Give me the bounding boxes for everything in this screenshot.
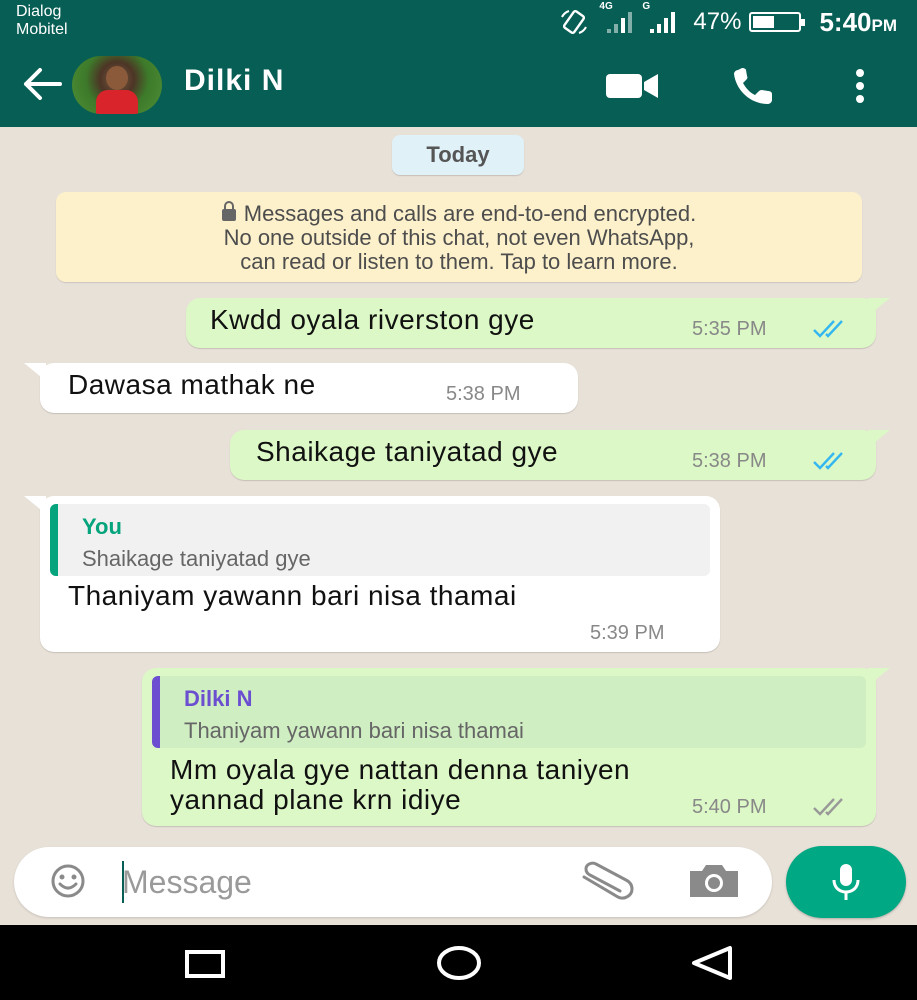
bubble-tail: [868, 430, 890, 448]
message-text-line-2: yannad plane krn idiye: [170, 784, 462, 815]
chat-header: Dilki N: [0, 44, 917, 127]
more-options-icon[interactable]: [852, 68, 868, 104]
message-composer: [14, 847, 772, 917]
camera-icon[interactable]: [686, 861, 742, 901]
encryption-line-1: Messages and calls are end-to-end encryp…: [56, 201, 862, 226]
quote-text: Shaikage taniyatad gye: [82, 546, 311, 571]
bubble-tail: [868, 668, 890, 686]
message-text-line-1: Mm oyala gye nattan denna taniyen: [170, 754, 631, 785]
date-chip: Today: [392, 135, 524, 175]
quoted-message[interactable]: You Shaikage taniyatad gye: [50, 504, 710, 576]
message-input[interactable]: [122, 859, 542, 905]
message-text: Dawasa mathak ne: [68, 369, 316, 400]
message-bubble-outgoing[interactable]: Kwdd oyala riverston gye 5:35 PM: [186, 298, 876, 348]
read-ticks-icon: [813, 452, 843, 470]
carrier-line-1: Dialog: [16, 3, 62, 20]
bubble-tail: [868, 298, 890, 316]
contact-avatar[interactable]: [72, 56, 162, 114]
bubble-tail: [24, 363, 46, 381]
microphone-icon: [832, 864, 860, 900]
message-bubble-incoming-reply[interactable]: You Shaikage taniyatad gye Thaniyam yawa…: [40, 496, 720, 652]
message-time: 5:38 PM: [446, 383, 521, 405]
delivered-ticks-icon: [813, 798, 843, 816]
quote-accent-bar: [152, 676, 160, 748]
clock-time: 5:40: [819, 6, 872, 37]
system-navigation-bar: [0, 925, 917, 1000]
quote-accent-bar: [50, 504, 58, 576]
emoji-icon[interactable]: [40, 861, 96, 901]
quote-author: You: [82, 514, 122, 539]
lock-icon: [221, 201, 236, 221]
attachment-icon[interactable]: [574, 861, 640, 901]
encryption-line-2: No one outside of this chat, not even Wh…: [223, 225, 695, 250]
signal-g-icon: G: [642, 1, 676, 33]
status-indicators: 4G G 47% 5:40PM: [559, 1, 897, 40]
back-arrow-icon[interactable]: [20, 66, 64, 102]
message-text: Thaniyam yawann bari nisa thamai: [68, 580, 517, 611]
avatar-shirt: [96, 90, 138, 114]
battery-indicator: 47%: [693, 8, 806, 36]
clock-suffix: PM: [871, 15, 898, 35]
signal-4g-icon: 4G: [599, 1, 633, 33]
message-bubble-outgoing-reply[interactable]: Dilki N Thaniyam yawann bari nisa thamai…: [142, 668, 876, 826]
nav-back-icon[interactable]: [690, 945, 734, 981]
encryption-line-3: can read or listen to them. Tap to learn…: [240, 249, 678, 274]
carrier-line-2: Mobitel: [16, 21, 68, 38]
read-ticks-icon: [813, 320, 843, 338]
contact-name[interactable]: Dilki N: [184, 64, 284, 98]
chat-area[interactable]: Today Messages and calls are end-to-end …: [0, 127, 917, 925]
battery-fill: [753, 16, 775, 28]
encryption-notice[interactable]: Messages and calls are end-to-end encryp…: [56, 192, 862, 282]
avatar-face: [106, 66, 128, 90]
battery-percent: 47%: [693, 8, 742, 35]
message-bubble-incoming[interactable]: Dawasa mathak ne 5:38 PM: [40, 363, 578, 413]
network-type-1: 4G: [599, 1, 613, 12]
recent-apps-icon[interactable]: [184, 949, 226, 979]
quote-text: Thaniyam yawann bari nisa thamai: [184, 718, 524, 743]
quoted-message[interactable]: Dilki N Thaniyam yawann bari nisa thamai: [152, 676, 866, 748]
message-time: 5:38 PM: [692, 450, 767, 472]
home-icon[interactable]: [436, 945, 482, 981]
message-bubble-outgoing[interactable]: Shaikage taniyatad gye 5:38 PM: [230, 430, 876, 480]
bubble-tail: [24, 496, 46, 514]
video-call-icon[interactable]: [606, 72, 658, 100]
quote-author: Dilki N: [184, 686, 253, 711]
voice-call-icon[interactable]: [732, 66, 776, 106]
message-time: 5:40 PM: [692, 796, 767, 818]
status-bar: Dialog Mobitel 4G G 47% 5:40PM: [0, 0, 917, 44]
battery-icon: [749, 12, 806, 32]
message-text: Kwdd oyala riverston gye: [210, 304, 535, 335]
auto-rotate-icon: [561, 9, 588, 35]
voice-message-button[interactable]: [786, 846, 906, 918]
status-clock: 5:40PM: [819, 7, 897, 38]
message-text: Shaikage taniyatad gye: [256, 436, 559, 467]
carrier-label: Dialog Mobitel: [16, 3, 68, 39]
message-time: 5:39 PM: [590, 622, 665, 644]
message-time: 5:35 PM: [692, 318, 767, 340]
network-type-2: G: [642, 1, 651, 12]
encryption-line-1-text: Messages and calls are end-to-end encryp…: [243, 201, 697, 226]
